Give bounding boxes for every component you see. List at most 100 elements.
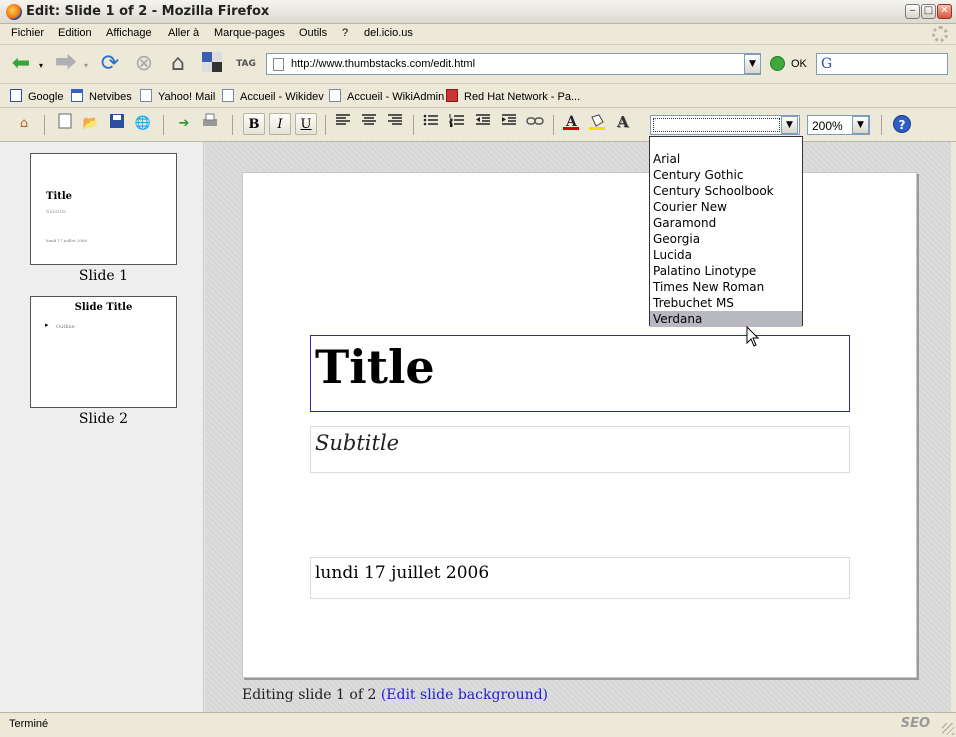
publish-web-icon[interactable]: 🌐 (132, 113, 154, 135)
url-bar[interactable]: http://www.thumbstacks.com/edit.html (266, 53, 761, 75)
tag-icon[interactable]: TAG (233, 51, 259, 77)
slide-2-label[interactable]: Slide 2 (30, 411, 177, 427)
go-button[interactable]: OK (791, 58, 807, 70)
outdent-icon[interactable] (472, 113, 494, 135)
menu-fichier[interactable]: Fichier (11, 27, 44, 39)
slide-canvas-area: Title Subtitle lundi 17 juillet 2006 Edi… (205, 142, 951, 712)
forward-icon[interactable]: ⮕ (53, 51, 79, 77)
seo-status-icon[interactable]: SEO (901, 716, 930, 731)
slide-date[interactable]: lundi 17 juillet 2006 (315, 563, 489, 583)
page-icon (329, 89, 341, 102)
menu-edition[interactable]: Edition (58, 27, 92, 39)
bookmark-yahoo-mail[interactable]: Yahoo! Mail (140, 89, 215, 103)
font-select-dropdown-icon[interactable]: ▼ (781, 116, 798, 134)
numbered-list-icon[interactable] (446, 113, 468, 135)
menu-delicious[interactable]: del.icio.us (364, 27, 413, 39)
menu-help[interactable]: ? (342, 27, 348, 39)
back-dropdown-icon[interactable]: ▾ (39, 61, 43, 70)
bookmark-google[interactable]: Google (10, 89, 63, 103)
font-family-value (653, 118, 780, 132)
text-shadow-icon[interactable]: AA (612, 113, 634, 135)
menu-aller-a[interactable]: Aller à (168, 27, 199, 39)
open-folder-icon[interactable]: 📂 (80, 113, 102, 135)
slide-2-thumbnail[interactable]: Slide Title ▸ Outline (30, 296, 177, 408)
bookmarks-toolbar: Google Netvibes Yahoo! Mail Accueil - Wi… (0, 84, 956, 108)
minimize-button[interactable]: ‒ (905, 4, 920, 19)
menu-affichage[interactable]: Affichage (106, 27, 152, 39)
slide-thumbnail-panel: Title Subtitle lundi 17 juillet 2006 Sli… (0, 142, 204, 712)
indent-icon[interactable] (498, 113, 520, 135)
font-option-century-schoolbook[interactable]: Century Schoolbook (650, 183, 802, 199)
font-family-select[interactable] (650, 115, 800, 135)
bookmark-netvibes[interactable]: Netvibes (71, 89, 132, 103)
thumbnail-bullet: Outline (56, 324, 75, 330)
font-option-garamond[interactable]: Garamond (650, 215, 802, 231)
italic-button[interactable]: I (269, 113, 291, 135)
link-icon[interactable] (524, 113, 546, 135)
status-text: Terminé (9, 718, 49, 730)
home-icon[interactable]: ⌂ (13, 113, 35, 135)
thumbnail-title: Slide Title (74, 302, 133, 313)
toolbar-divider (325, 115, 326, 135)
toolbar-divider (881, 115, 882, 135)
home-icon[interactable]: ⌂ (165, 51, 191, 77)
font-option-georgia[interactable]: Georgia (650, 231, 802, 247)
slide-1-thumbnail[interactable]: Title Subtitle lundi 17 juillet 2006 (30, 153, 177, 265)
slide-1-label[interactable]: Slide 1 (30, 268, 177, 284)
slide-canvas[interactable]: Title Subtitle lundi 17 juillet 2006 (242, 172, 917, 678)
save-icon[interactable] (106, 113, 128, 135)
bullet-list-icon[interactable] (420, 113, 442, 135)
font-option-trebuchet-ms[interactable]: Trebuchet MS (650, 295, 802, 311)
stop-icon[interactable]: ⊗ (131, 51, 157, 77)
thumbnail-subtitle: Subtitle (46, 209, 67, 215)
throbber-icon (932, 26, 948, 42)
forward-dropdown-icon[interactable]: ▾ (84, 61, 88, 70)
editor-toolbar: ⌂ 📂 🌐 ➔ B I U A AA ▼ 200% ▼ ? (0, 108, 956, 142)
screen-icon[interactable] (199, 51, 225, 77)
window-title-bar: Edit: Slide 1 of 2 - Mozilla Firefox ‒ □… (0, 0, 956, 24)
export-arrow-icon[interactable]: ➔ (173, 113, 195, 135)
font-option-arial[interactable]: Arial (650, 151, 802, 167)
align-left-icon[interactable] (332, 113, 354, 135)
search-input[interactable]: G (816, 53, 948, 75)
font-option-lucida[interactable]: Lucida (650, 247, 802, 263)
resize-grip-icon[interactable] (942, 723, 954, 735)
firefox-logo-icon (6, 4, 22, 20)
url-history-dropdown[interactable]: ▼ (744, 54, 761, 74)
google-search-icon[interactable]: G (821, 56, 832, 72)
underline-button[interactable]: U (295, 113, 317, 135)
go-icon[interactable] (770, 56, 785, 71)
fill-color-icon[interactable] (586, 113, 608, 135)
toolbar-divider (413, 115, 414, 135)
subtitle-text-box[interactable]: Subtitle (310, 426, 850, 473)
font-option-century-gothic[interactable]: Century Gothic (650, 167, 802, 183)
close-window-button[interactable]: ✕ (937, 4, 952, 19)
align-right-icon[interactable] (384, 113, 406, 135)
font-option-verdana[interactable]: Verdana (650, 311, 802, 327)
text-color-icon[interactable]: A (560, 113, 582, 135)
new-document-icon[interactable] (54, 113, 76, 135)
font-option-times-new-roman[interactable]: Times New Roman (650, 279, 802, 295)
print-icon[interactable] (199, 113, 221, 135)
font-option-courier-new[interactable]: Courier New (650, 199, 802, 215)
bold-button[interactable]: B (243, 113, 265, 135)
reload-icon[interactable]: ⟳ (97, 51, 123, 77)
menu-outils[interactable]: Outils (299, 27, 327, 39)
help-icon[interactable]: ? (893, 115, 911, 133)
zoom-dropdown-icon[interactable]: ▼ (852, 116, 869, 134)
font-option-palatino-linotype[interactable]: Palatino Linotype (650, 263, 802, 279)
maximize-button[interactable]: □ (921, 4, 936, 19)
align-center-icon[interactable] (358, 113, 380, 135)
edit-slide-background-link[interactable]: (Edit slide background) (381, 687, 548, 703)
bookmark-wikiadmin[interactable]: Accueil - WikiAdmin (329, 89, 444, 103)
slide-title[interactable]: Title (315, 340, 435, 394)
bookmark-red-hat-network[interactable]: Red Hat Network - Pa... (446, 89, 580, 103)
title-text-box[interactable]: Title (310, 335, 850, 412)
bookmark-wikidev[interactable]: Accueil - Wikidev (222, 89, 324, 103)
slide-subtitle[interactable]: Subtitle (315, 431, 399, 455)
toolbar-divider (553, 115, 554, 135)
back-icon[interactable]: ⬅ (8, 51, 34, 77)
date-text-box[interactable]: lundi 17 juillet 2006 (310, 557, 850, 599)
menu-marque-pages[interactable]: Marque-pages (214, 27, 285, 39)
window-title: Edit: Slide 1 of 2 - Mozilla Firefox (26, 4, 270, 19)
